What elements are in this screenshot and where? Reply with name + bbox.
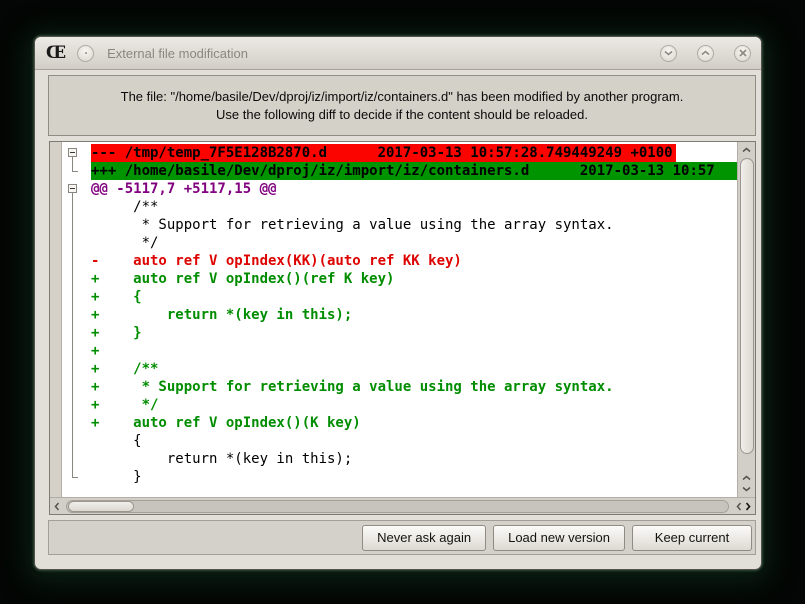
diff-line: + /** bbox=[91, 360, 737, 378]
diff-line: + } bbox=[91, 324, 737, 342]
never-ask-again-button[interactable]: Never ask again bbox=[362, 525, 486, 551]
scroll-down-button[interactable] bbox=[742, 483, 751, 494]
load-new-version-button[interactable]: Load new version bbox=[493, 525, 625, 551]
chevron-up-icon bbox=[742, 475, 751, 481]
fold-margin bbox=[62, 142, 90, 497]
message-panel: The file: "/home/basile/Dev/dproj/iz/imp… bbox=[48, 75, 756, 136]
external-file-modification-dialog: Œ External file modification The file: "… bbox=[34, 36, 762, 570]
diff-line: + */ bbox=[91, 396, 737, 414]
chevron-down-icon bbox=[664, 50, 673, 56]
diff-line: +++ /home/basile/Dev/dproj/iz/import/iz/… bbox=[91, 162, 737, 180]
diff-line: + auto ref V opIndex()(K key) bbox=[91, 414, 737, 432]
diff-viewer[interactable]: --- /tmp/temp_7F5E128B2870.d 2017-03-13 … bbox=[49, 141, 756, 515]
chevron-right-icon bbox=[745, 502, 751, 511]
diff-line: + auto ref V opIndex()(ref K key) bbox=[91, 270, 737, 288]
minimize-button[interactable] bbox=[660, 45, 677, 62]
fold-collapse-icon[interactable] bbox=[68, 184, 77, 193]
diff-line: return *(key in this); bbox=[91, 450, 737, 468]
chevron-up-icon bbox=[701, 50, 710, 56]
chevron-up-icon bbox=[742, 147, 751, 153]
scroll-left-button[interactable] bbox=[736, 502, 742, 511]
diff-line: /** bbox=[91, 198, 737, 216]
vertical-scroll-thumb[interactable] bbox=[740, 158, 754, 454]
chevron-down-icon bbox=[742, 486, 751, 492]
chevron-left-icon bbox=[736, 502, 742, 511]
vertical-scroll-track[interactable] bbox=[740, 157, 754, 470]
diff-line: + * Support for retrieving a value using… bbox=[91, 378, 737, 396]
scroll-left-button[interactable] bbox=[50, 502, 63, 511]
diff-line: */ bbox=[91, 234, 737, 252]
diff-line: @@ -5117,7 +5117,15 @@ bbox=[91, 180, 737, 198]
titlebar-menu-button[interactable] bbox=[77, 45, 94, 62]
horizontal-scroll-track[interactable] bbox=[66, 500, 729, 513]
diff-text: --- /tmp/temp_7F5E128B2870.d 2017-03-13 … bbox=[91, 142, 737, 497]
diff-line: } bbox=[91, 468, 737, 486]
horizontal-scroll-thumb[interactable] bbox=[68, 501, 134, 512]
close-icon bbox=[739, 49, 747, 57]
fold-collapse-icon[interactable] bbox=[68, 148, 77, 157]
horizontal-scrollbar[interactable] bbox=[50, 497, 755, 514]
diff-line: * Support for retrieving a value using t… bbox=[91, 216, 737, 234]
diff-line: { bbox=[91, 432, 737, 450]
scroll-up-button[interactable] bbox=[742, 142, 751, 157]
scroll-right-button[interactable] bbox=[745, 502, 751, 511]
titlebar[interactable]: Œ External file modification bbox=[35, 37, 761, 70]
diff-line: + return *(key in this); bbox=[91, 306, 737, 324]
message-line-2: Use the following diff to decide if the … bbox=[216, 106, 588, 123]
coedit-logo-icon: Œ bbox=[46, 45, 66, 62]
fold-range-line bbox=[72, 193, 78, 478]
diff-line: --- /tmp/temp_7F5E128B2870.d 2017-03-13 … bbox=[91, 144, 676, 162]
dot-icon bbox=[85, 52, 87, 54]
vertical-scrollbar[interactable] bbox=[737, 142, 755, 497]
scroll-up-button[interactable] bbox=[742, 472, 751, 483]
diff-line: + bbox=[91, 342, 737, 360]
keep-current-button[interactable]: Keep current bbox=[632, 525, 752, 551]
diff-line: - auto ref V opIndex(KK)(auto ref KK key… bbox=[91, 252, 737, 270]
button-panel: Never ask again Load new version Keep cu… bbox=[48, 520, 756, 555]
close-button[interactable] bbox=[734, 45, 751, 62]
diff-gutter bbox=[50, 142, 62, 497]
message-line-1: The file: "/home/basile/Dev/dproj/iz/imp… bbox=[121, 88, 684, 105]
diff-line: + { bbox=[91, 288, 737, 306]
fold-range-line bbox=[72, 157, 78, 172]
window-title: External file modification bbox=[107, 46, 248, 61]
maximize-button[interactable] bbox=[697, 45, 714, 62]
chevron-left-icon bbox=[54, 502, 60, 511]
